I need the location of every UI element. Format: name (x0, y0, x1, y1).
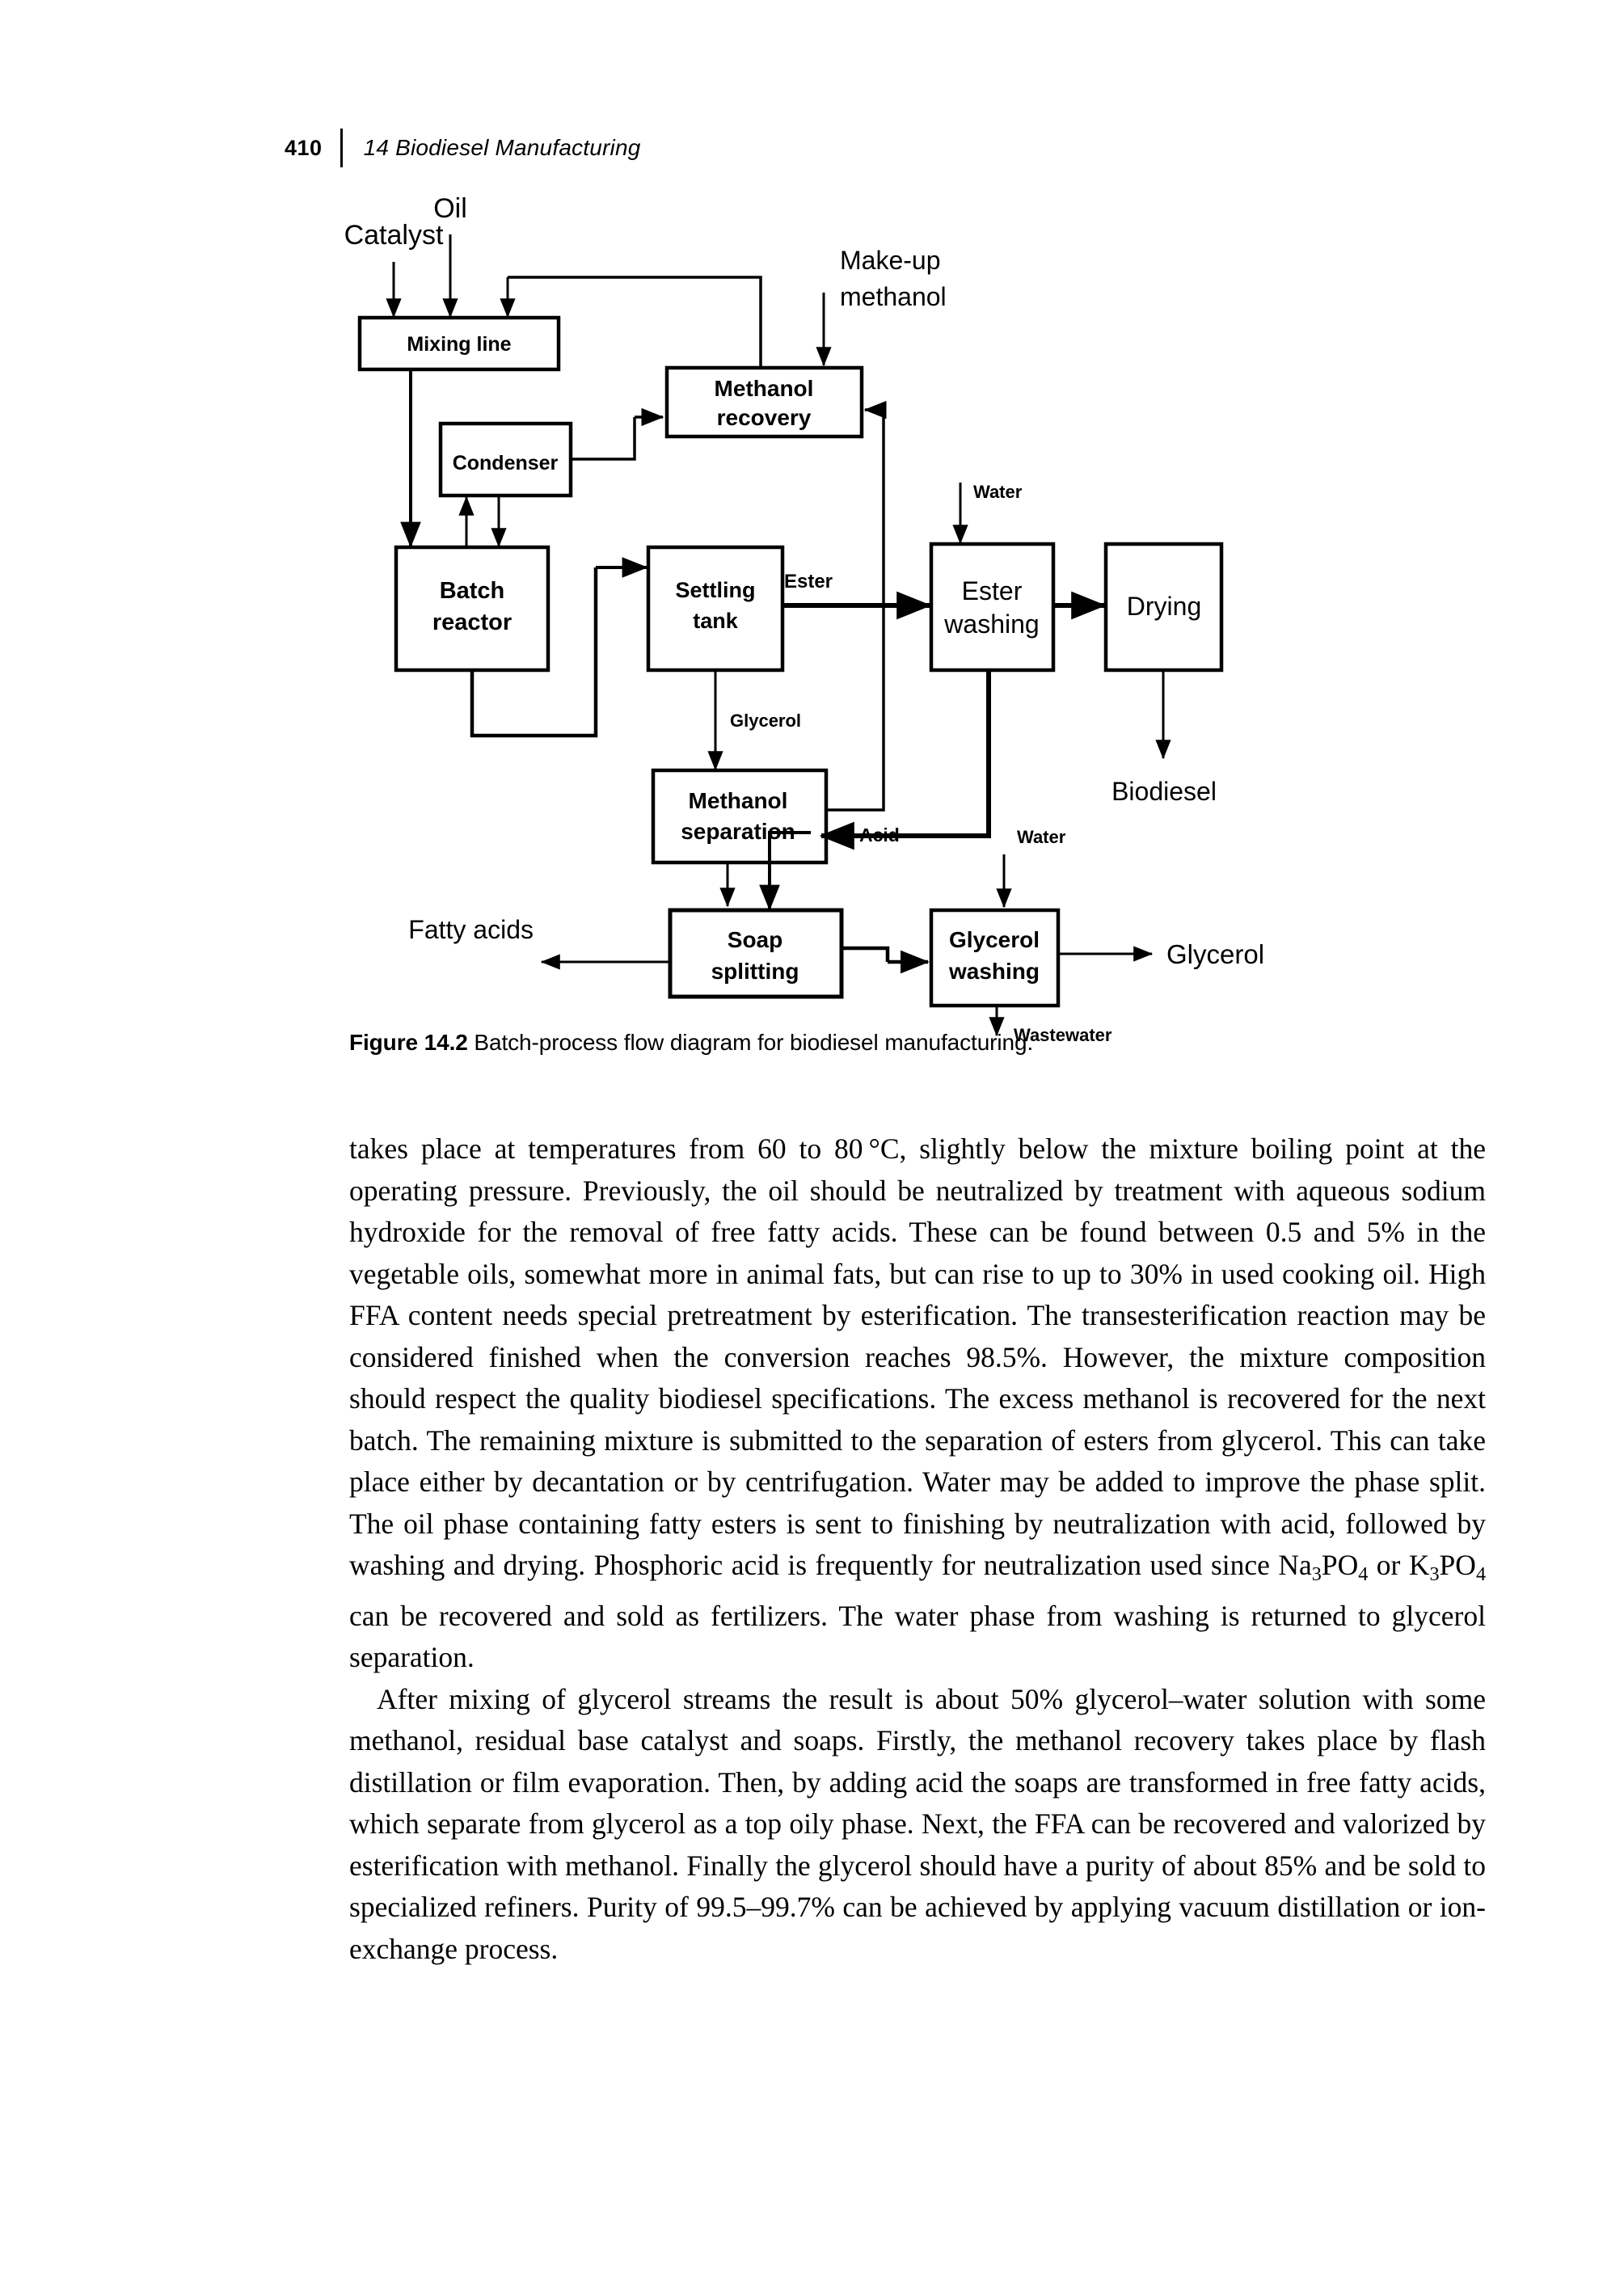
stream-label-ester: Ester (784, 571, 833, 593)
label-glycerol-washing-1: Glycerol (949, 927, 1040, 952)
paragraph-1-part-1: takes place at temperatures from 60 to 8… (349, 1132, 1486, 1581)
separation-to-recovery-path (826, 437, 885, 812)
label-batch-reactor-1: Batch (440, 578, 505, 604)
box-ester-washing (929, 542, 1056, 673)
figure-14-2: Mixing line Methanol recovery Condenser … (0, 0, 1624, 1075)
box-glycerol-washing (929, 908, 1061, 1008)
label-settling-tank-1: Settling (676, 578, 756, 602)
label-soap-splitting-1: Soap (728, 927, 782, 952)
label-settling-tank-2: tank (693, 609, 739, 633)
formula-potassium-phosphate: K3PO4 (1408, 1549, 1486, 1586)
label-ester-washing-1: Ester (962, 576, 1023, 605)
figure-caption-lead: Figure 14.2 (349, 1030, 468, 1055)
label-glycerol-washing-2: washing (948, 959, 1040, 984)
label-ester-washing-2: washing (943, 609, 1039, 639)
formula-sodium-phosphate: Na3PO4 (1278, 1549, 1369, 1586)
stream-label-water-glycerol-washing: Water (1017, 827, 1066, 847)
label-methanol-separation-2: separation (681, 819, 795, 844)
process-flow-diagram: Mixing line Methanol recovery Condenser … (344, 193, 1264, 1045)
paragraph-1-part-3: can be recovered and sold as fertilizers… (349, 1599, 1486, 1674)
soap-to-glycerol-washing-path (842, 946, 890, 962)
paragraph-1-part-2: or (1368, 1549, 1409, 1581)
label-batch-reactor-2: reactor (432, 609, 512, 635)
box-methanol-separation (651, 768, 829, 865)
stream-label-biodiesel: Biodiesel (1111, 777, 1217, 806)
figure-caption-text: Batch-process flow diagram for biodiesel… (474, 1030, 1034, 1055)
label-methanol-separation-1: Methanol (689, 788, 788, 813)
stream-label-glycerol-stream: Glycerol (730, 711, 801, 731)
figure-caption: Figure 14.2 Batch-process flow diagram f… (349, 1030, 1481, 1056)
label-soap-splitting-2: splitting (711, 959, 799, 984)
stream-label-makeup-methanol-1: Make-up (840, 246, 941, 275)
stream-label-glycerol-product: Glycerol (1166, 939, 1264, 969)
label-methanol-recovery-2: recovery (717, 405, 812, 430)
stream-label-water-ester-washing: Water (973, 482, 1023, 502)
body-text: takes place at temperatures from 60 to 8… (349, 1128, 1486, 1970)
box-batch-reactor (394, 545, 550, 673)
paragraph-1: takes place at temperatures from 60 to 8… (349, 1128, 1486, 1679)
label-mixing-line: Mixing line (407, 333, 511, 356)
stream-label-acid: Acid (859, 824, 900, 846)
label-condenser: Condenser (453, 452, 559, 474)
label-drying: Drying (1127, 592, 1201, 621)
paragraph-2: After mixing of glycerol streams the res… (349, 1682, 1486, 1965)
label-methanol-recovery-1: Methanol (715, 376, 814, 401)
condenser-to-recovery-path (571, 417, 636, 461)
stream-label-makeup-methanol-2: methanol (840, 282, 947, 311)
stream-label-fatty-acids: Fatty acids (408, 915, 534, 944)
stream-label-catalyst: Catalyst (344, 220, 444, 251)
